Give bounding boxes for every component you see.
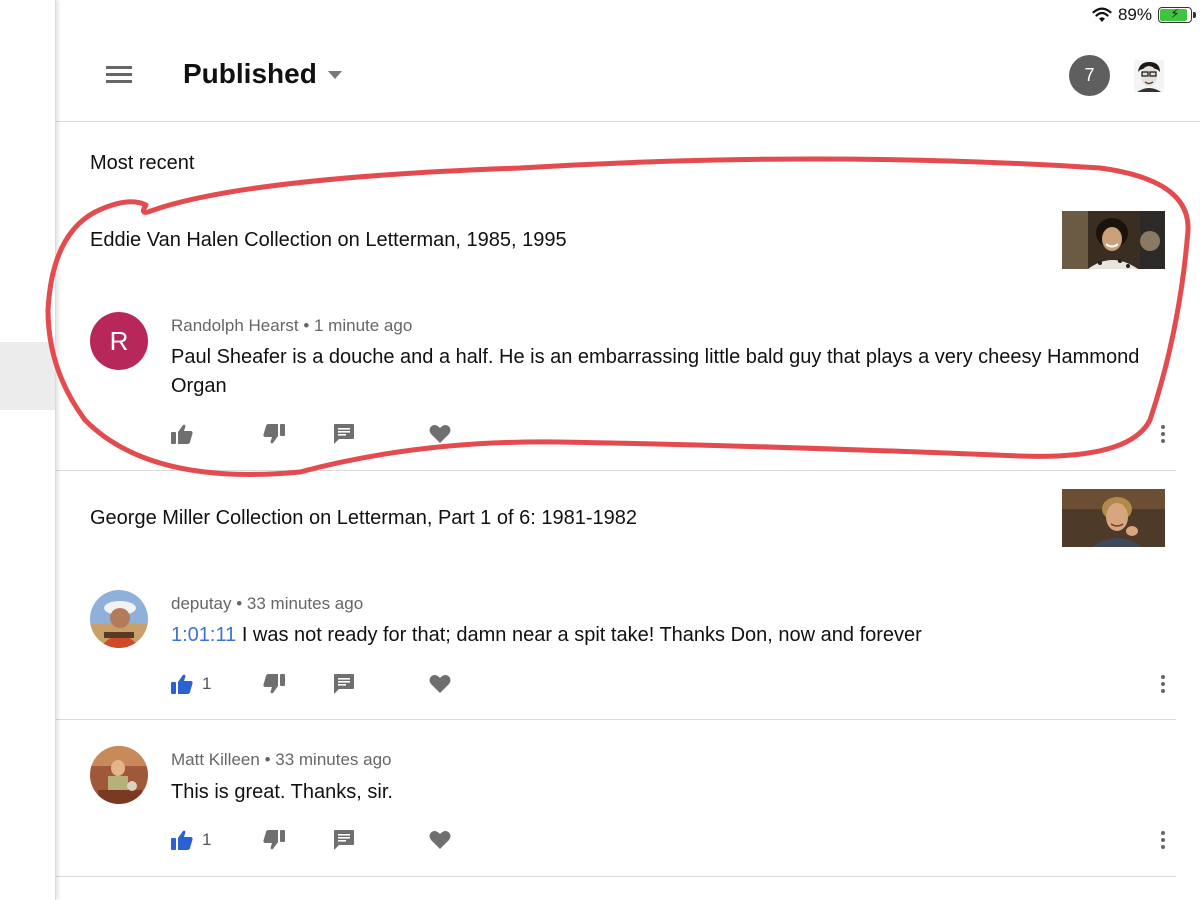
heart-icon [429,831,451,849]
thumbs-down-icon [263,830,285,850]
reply-button[interactable] [334,827,354,853]
dropdown-arrow-icon [327,71,342,79]
sidebar-strip [0,0,56,900]
like-count: 1 [202,674,212,693]
comment-text: 1:01:11 I was not ready for that; damn n… [171,621,1151,650]
heart-icon [429,425,451,443]
heart-button[interactable] [429,421,451,447]
comment-time: 1 minute ago [314,316,413,335]
comment-actions [171,421,1171,447]
more-vert-icon[interactable] [1159,421,1167,447]
heart-button[interactable] [429,671,451,697]
avatar[interactable] [90,746,148,804]
page-title: Published [183,58,317,89]
comment-meta: Matt Killeen • 33 minutes ago [171,750,392,770]
comment-divider [56,876,1176,877]
reply-comment-icon [334,674,354,694]
dislike-button[interactable] [263,671,285,697]
heart-icon [429,675,451,693]
comment-author[interactable]: deputay [171,594,232,613]
thumbs-down-icon [263,674,285,694]
video-thumbnail[interactable] [1062,211,1165,269]
comment-actions: 1 [171,827,1171,853]
comment-time: 33 minutes ago [275,750,392,769]
meta-separator: • [303,316,314,335]
comment-meta: Randolph Hearst • 1 minute ago [171,316,412,336]
meta-separator: • [264,750,276,769]
like-button[interactable] [171,421,193,447]
reply-button[interactable] [334,671,354,697]
video-thumbnail-partial[interactable] [1062,894,1165,900]
thumbs-up-icon [171,674,193,694]
comment-divider [56,719,1176,720]
video-thumbnail[interactable] [1062,489,1165,547]
comment-text: Paul Sheafer is a douche and a half. He … [171,346,1140,397]
battery-icon: ⚡ [1158,6,1196,23]
thumbs-down-icon [263,424,285,444]
group-divider [56,470,1176,471]
like-count: 1 [202,830,212,849]
video-title[interactable]: Eddie Van Halen Collection on Letterman,… [90,229,567,252]
comment-body: I was not ready for that; damn near a sp… [241,624,922,646]
comment-author[interactable]: Matt Killeen [171,750,260,769]
reply-comment-icon [334,424,354,444]
dislike-button[interactable] [263,421,285,447]
reply-button[interactable] [334,421,354,447]
avatar[interactable]: R [90,312,148,370]
status-bar: 89% ⚡ [1092,4,1196,26]
hamburger-menu-icon[interactable] [106,66,132,84]
comment-time: 33 minutes ago [246,594,364,613]
more-vert-icon[interactable] [1159,671,1167,697]
video-title[interactable]: George Miller Collection on Letterman, P… [90,507,637,530]
meta-separator: • [236,594,247,613]
notification-badge[interactable]: 7 [1069,55,1110,96]
comment-meta: deputay • 33 minutes ago [171,594,363,614]
dislike-button[interactable] [263,827,285,853]
comment-actions: 1 [171,671,1171,697]
battery-percent: 89% [1117,5,1152,24]
thumbs-up-icon [171,424,193,444]
avatar[interactable] [90,590,148,648]
like-button[interactable]: 1 [171,671,211,697]
app-frame: Published 7 89% ⚡ Most recent Eddie Van … [0,0,1200,900]
heart-button[interactable] [429,827,451,853]
sidebar-selected-item[interactable] [0,342,55,410]
section-label: Most recent [90,152,195,174]
thumbs-up-icon [171,830,193,850]
charging-bolt-icon: ⚡ [1170,6,1180,21]
wifi-icon [1092,7,1112,23]
app-header: Published 7 [56,0,1200,122]
account-avatar[interactable] [1134,60,1164,92]
filter-dropdown[interactable]: Published [183,58,342,90]
like-button[interactable]: 1 [171,827,211,853]
comment-author[interactable]: Randolph Hearst [171,316,299,335]
timestamp-link[interactable]: 1:01:11 [171,624,236,646]
reply-comment-icon [334,830,354,850]
comment-text: This is great. Thanks, sir. [171,781,393,803]
more-vert-icon[interactable] [1159,827,1167,853]
